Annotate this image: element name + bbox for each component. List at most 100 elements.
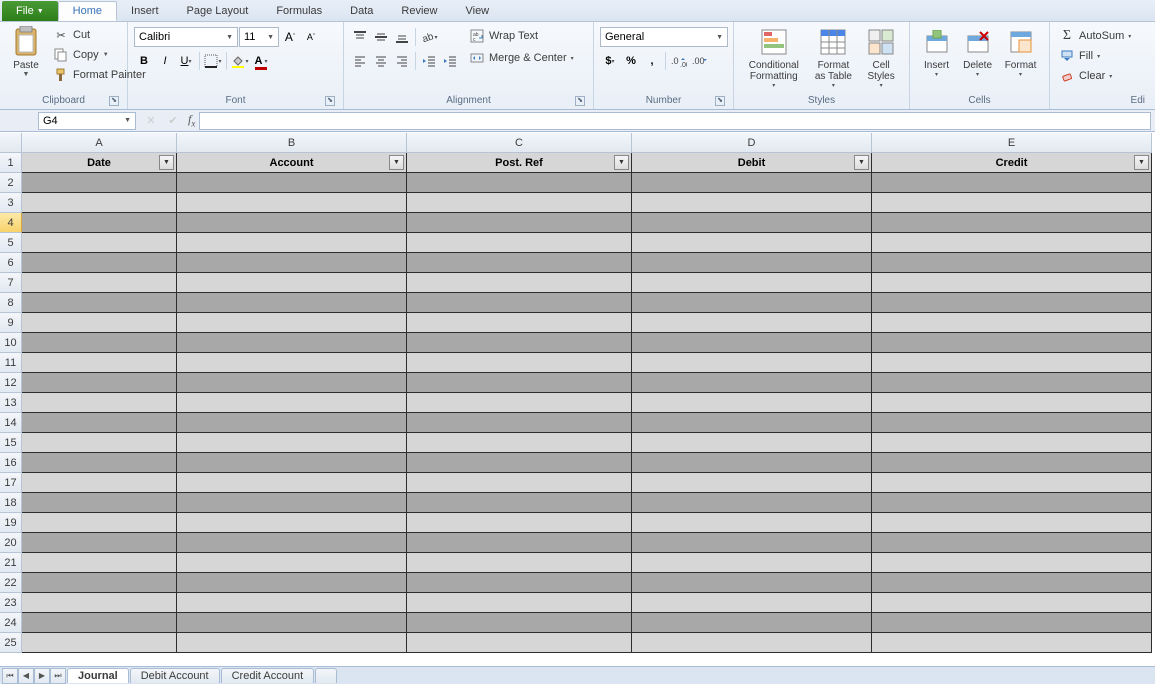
table-cell[interactable]: [407, 353, 632, 373]
table-cell[interactable]: [872, 453, 1152, 473]
orientation-button[interactable]: ab▾: [419, 27, 439, 47]
underline-button[interactable]: U▾: [176, 51, 196, 71]
table-cell[interactable]: [177, 493, 407, 513]
table-cell[interactable]: [407, 453, 632, 473]
column-header-D[interactable]: D: [632, 133, 872, 153]
row-header-12[interactable]: 12: [0, 373, 22, 393]
table-cell[interactable]: [632, 313, 872, 333]
table-cell[interactable]: [872, 293, 1152, 313]
table-cell[interactable]: [632, 573, 872, 593]
dialog-launcher-icon[interactable]: ⬊: [109, 96, 119, 106]
row-header-23[interactable]: 23: [0, 593, 22, 613]
column-header-E[interactable]: E: [872, 133, 1152, 153]
new-sheet-button[interactable]: [315, 668, 337, 683]
table-cell[interactable]: [872, 613, 1152, 633]
table-cell[interactable]: [407, 593, 632, 613]
clear-button[interactable]: Clear▾: [1056, 67, 1115, 85]
column-header-C[interactable]: C: [407, 133, 632, 153]
align-top-button[interactable]: [350, 27, 370, 47]
table-cell[interactable]: [177, 413, 407, 433]
accounting-format-button[interactable]: $▾: [600, 51, 620, 71]
table-cell[interactable]: [177, 513, 407, 533]
table-cell[interactable]: [632, 333, 872, 353]
table-cell[interactable]: [177, 233, 407, 253]
table-cell[interactable]: [632, 513, 872, 533]
table-cell[interactable]: [632, 273, 872, 293]
table-cell[interactable]: [22, 293, 177, 313]
table-cell[interactable]: [407, 393, 632, 413]
table-cell[interactable]: [22, 553, 177, 573]
table-cell[interactable]: [872, 313, 1152, 333]
row-header-5[interactable]: 5: [0, 233, 22, 253]
table-cell[interactable]: [22, 433, 177, 453]
row-header-15[interactable]: 15: [0, 433, 22, 453]
file-tab[interactable]: File ▼: [2, 1, 58, 21]
enter-formula-button[interactable]: ✔: [162, 112, 184, 130]
table-cell[interactable]: [632, 393, 872, 413]
table-cell[interactable]: [632, 413, 872, 433]
table-cell[interactable]: [872, 513, 1152, 533]
column-header-A[interactable]: A: [22, 133, 177, 153]
shrink-font-button[interactable]: Aˇ: [301, 27, 321, 47]
table-cell[interactable]: [407, 233, 632, 253]
row-header-4[interactable]: 4: [0, 213, 22, 233]
table-cell[interactable]: [872, 433, 1152, 453]
table-header-cell[interactable]: Credit▼: [872, 153, 1152, 173]
formula-input[interactable]: [199, 112, 1151, 130]
conditional-formatting-button[interactable]: Conditional Formatting▾: [740, 24, 808, 91]
paste-button[interactable]: Paste ▼: [6, 24, 46, 80]
font-size-combo[interactable]: 11▼: [239, 27, 279, 47]
select-all-corner[interactable]: [0, 133, 22, 153]
table-cell[interactable]: [177, 213, 407, 233]
fill-color-button[interactable]: ▾: [230, 51, 250, 71]
table-header-cell[interactable]: Debit▼: [632, 153, 872, 173]
table-cell[interactable]: [632, 253, 872, 273]
table-cell[interactable]: [407, 633, 632, 653]
table-cell[interactable]: [407, 213, 632, 233]
row-header-19[interactable]: 19: [0, 513, 22, 533]
table-header-cell[interactable]: Account▼: [177, 153, 407, 173]
row-header-17[interactable]: 17: [0, 473, 22, 493]
table-header-cell[interactable]: Date▼: [22, 153, 177, 173]
filter-dropdown-button[interactable]: ▼: [389, 155, 404, 170]
table-cell[interactable]: [632, 293, 872, 313]
table-cell[interactable]: [872, 373, 1152, 393]
table-cell[interactable]: [177, 273, 407, 293]
table-cell[interactable]: [177, 573, 407, 593]
row-header-16[interactable]: 16: [0, 453, 22, 473]
table-cell[interactable]: [407, 273, 632, 293]
row-header-9[interactable]: 9: [0, 313, 22, 333]
table-cell[interactable]: [22, 173, 177, 193]
table-cell[interactable]: [22, 393, 177, 413]
table-cell[interactable]: [22, 513, 177, 533]
table-cell[interactable]: [632, 613, 872, 633]
tab-review[interactable]: Review: [387, 1, 451, 21]
table-cell[interactable]: [872, 573, 1152, 593]
table-cell[interactable]: [177, 533, 407, 553]
font-name-combo[interactable]: Calibri▼: [134, 27, 238, 47]
row-header-1[interactable]: 1: [0, 153, 22, 173]
row-header-24[interactable]: 24: [0, 613, 22, 633]
table-cell[interactable]: [872, 393, 1152, 413]
merge-center-button[interactable]: Merge & Center ▾: [466, 49, 577, 67]
row-header-21[interactable]: 21: [0, 553, 22, 573]
table-cell[interactable]: [177, 173, 407, 193]
row-header-2[interactable]: 2: [0, 173, 22, 193]
table-cell[interactable]: [22, 613, 177, 633]
table-cell[interactable]: [632, 173, 872, 193]
table-cell[interactable]: [177, 473, 407, 493]
comma-button[interactable]: ,: [642, 51, 662, 71]
table-cell[interactable]: [177, 313, 407, 333]
table-cell[interactable]: [22, 273, 177, 293]
table-cell[interactable]: [872, 413, 1152, 433]
table-cell[interactable]: [177, 353, 407, 373]
cancel-formula-button[interactable]: ✕: [140, 112, 162, 130]
table-cell[interactable]: [407, 613, 632, 633]
table-cell[interactable]: [632, 493, 872, 513]
table-cell[interactable]: [22, 333, 177, 353]
row-header-7[interactable]: 7: [0, 273, 22, 293]
font-color-button[interactable]: A ▾: [251, 51, 271, 71]
table-cell[interactable]: [872, 193, 1152, 213]
grow-font-button[interactable]: Aˆ: [280, 27, 300, 47]
delete-cells-button[interactable]: Delete▾: [957, 24, 998, 80]
